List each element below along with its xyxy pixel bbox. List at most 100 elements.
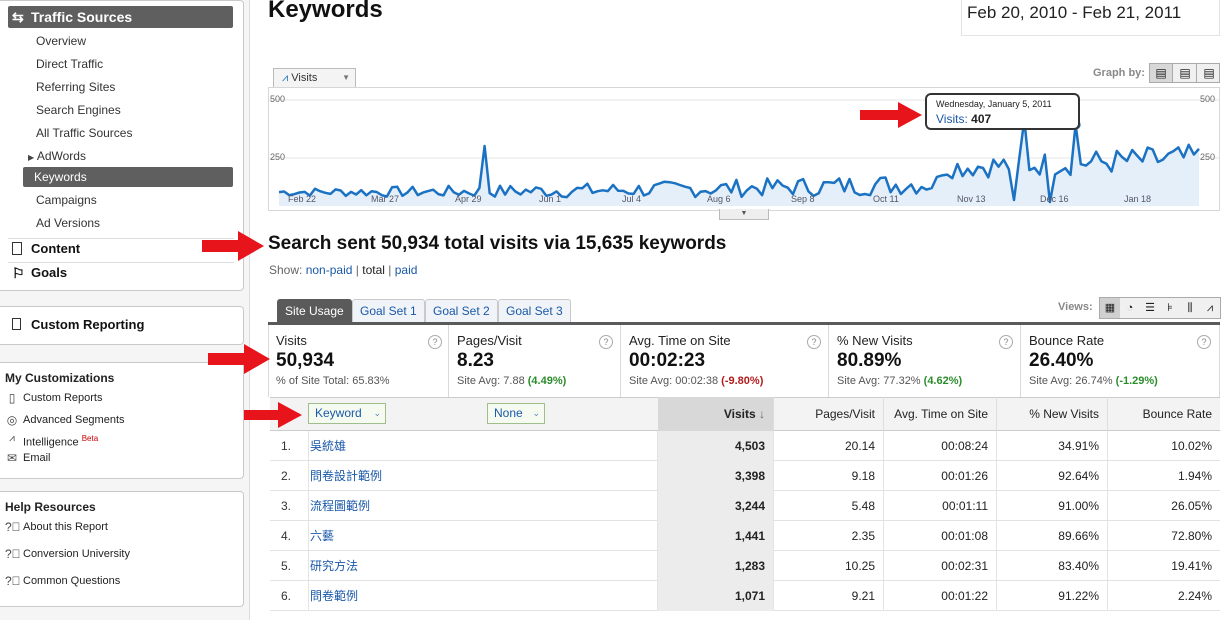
views-toggle: ▦ ◔ ☰ ⊧ ⫼ ⩘ — [1099, 297, 1221, 319]
column-header-pages-visit[interactable]: Pages/Visit — [774, 397, 884, 431]
cell-avg-time: 00:01:26 — [884, 461, 997, 491]
help-icon[interactable]: ? — [428, 335, 442, 349]
y-axis-left-top: 500 — [270, 94, 286, 104]
nav-custom-reports[interactable]: ▯ Custom Reports — [5, 391, 103, 405]
nav-email[interactable]: ✉ Email — [5, 451, 51, 465]
help-icon[interactable]: ? — [807, 335, 821, 349]
performance-view-icon[interactable]: ☰ — [1140, 298, 1160, 318]
keyword-link[interactable]: 研究方法 — [308, 551, 658, 581]
chevron-down-icon: ⌄ — [532, 408, 540, 418]
tooltip-date: Wednesday, January 5, 2011 — [936, 99, 1052, 109]
nav-adwords[interactable]: ▶ AdWords — [28, 149, 86, 165]
cell-avg-time: 00:01:08 — [884, 521, 997, 551]
graph-by-week-button[interactable]: ▤ — [1174, 64, 1197, 82]
nav-keywords[interactable]: Keywords — [23, 167, 233, 187]
table-view-icon[interactable]: ▦ — [1100, 298, 1120, 318]
pie-view-icon[interactable]: ◔ — [1120, 298, 1140, 318]
nav-content[interactable]: Content — [8, 238, 234, 260]
tab-goal-set-3[interactable]: Goal Set 3 — [498, 299, 571, 322]
x-label: Sep 8 — [791, 194, 815, 204]
tab-goal-set-2[interactable]: Goal Set 2 — [425, 299, 498, 322]
metric-value: 26.40% — [1029, 350, 1094, 371]
nav-about-report[interactable]: ?⃝ About this Report — [5, 520, 108, 534]
nav-search-engines[interactable]: Search Engines — [36, 103, 121, 117]
dropdown-arrow-icon: ▼ — [342, 73, 350, 82]
cell-new-visits: 91.22% — [997, 581, 1108, 611]
cell-pages-visit: 2.35 — [774, 521, 884, 551]
column-header-visits[interactable]: Visits ↓ — [658, 397, 774, 431]
email-icon: ✉ — [6, 451, 18, 465]
nav-intelligence[interactable]: ⩘ Intelligence Beta — [5, 432, 98, 450]
annotation-arrow — [244, 402, 302, 428]
non-paid-link[interactable]: non-paid — [306, 263, 353, 277]
table-row: 4. 六藝 1,441 2.35 00:01:08 89.66% 72.80% — [270, 521, 1220, 551]
keyword-link[interactable]: 六藝 — [308, 521, 658, 551]
nav-direct-traffic[interactable]: Direct Traffic — [36, 57, 103, 71]
nav-traffic-sources[interactable]: ⇆ Traffic Sources — [8, 6, 233, 28]
keyword-link[interactable]: 問卷設計範例 — [308, 461, 658, 491]
nav-custom-reporting[interactable]: Custom Reporting — [8, 316, 234, 334]
cell-avg-time: 00:02:31 — [884, 551, 997, 581]
help-icon[interactable]: ? — [1197, 335, 1211, 349]
graph-by-month-button[interactable]: ▤ — [1198, 64, 1220, 82]
keyword-link[interactable]: 流程圖範例 — [308, 491, 658, 521]
paid-link[interactable]: paid — [395, 263, 418, 277]
document-icon: ▯ — [8, 391, 16, 405]
pivot-view-icon[interactable]: ⫼ — [1180, 298, 1200, 318]
traffic-icon: ⇆ — [12, 9, 24, 25]
row-number: 4. — [280, 529, 291, 543]
comparison-view-icon[interactable]: ⊧ — [1160, 298, 1180, 318]
x-label: Jun 1 — [539, 194, 562, 204]
graph-by-day-button[interactable]: ▤ — [1150, 64, 1173, 82]
nav-ad-versions[interactable]: Ad Versions — [36, 216, 100, 230]
column-header-avg-time[interactable]: Avg. Time on Site — [884, 397, 997, 431]
nav-advanced-segments[interactable]: ◎ Advanced Segments — [5, 413, 125, 427]
x-label: Feb 22 — [288, 194, 317, 204]
tab-site-usage[interactable]: Site Usage — [277, 299, 352, 322]
primary-dimension-select[interactable]: Keyword ⌄ — [308, 403, 386, 424]
sort-arrow-icon: ↓ — [759, 407, 765, 421]
nav-overview[interactable]: Overview — [36, 34, 86, 48]
views-label: Views: — [1058, 301, 1093, 313]
x-label: Jan 18 — [1124, 194, 1152, 204]
nav-conversion-university[interactable]: ?⃝ Conversion University — [5, 547, 130, 561]
cell-bounce-rate: 1.94% — [1177, 469, 1212, 483]
metric-value: 80.89% — [837, 350, 902, 371]
cell-visits: 4,503 — [658, 431, 774, 461]
help-icon[interactable]: ? — [599, 335, 613, 349]
x-label: Jul 4 — [622, 194, 642, 204]
nav-all-traffic-sources[interactable]: All Traffic Sources — [36, 126, 132, 140]
secondary-dimension-select[interactable]: None ⌄ — [487, 403, 545, 424]
date-range-picker[interactable]: Feb 20, 2010 - Feb 21, 2011 — [961, 0, 1220, 36]
metric-value: 50,934 — [276, 350, 335, 371]
page-title: Keywords — [268, 0, 383, 23]
tab-goal-set-1[interactable]: Goal Set 1 — [352, 299, 425, 322]
column-header-new-visits[interactable]: % New Visits — [997, 397, 1108, 431]
annotation-arrow — [208, 344, 270, 374]
cell-pages-visit: 5.48 — [774, 491, 884, 521]
expand-arrow-icon: ▶ — [28, 153, 35, 162]
table-row: 2. 問卷設計範例 3,398 9.18 00:01:26 92.64% 1.94% — [270, 461, 1220, 491]
keyword-link[interactable]: 吳統雄 — [308, 431, 658, 461]
nav-goals[interactable]: ⚐ Goals — [8, 262, 234, 284]
cell-pages-visit: 9.21 — [774, 581, 884, 611]
nav-common-questions[interactable]: ?⃝ Common Questions — [5, 574, 120, 588]
trend-view-icon[interactable]: ⩘ — [1200, 298, 1220, 318]
y-axis-right-top: 500 — [1200, 94, 1216, 104]
graph-by-label: Graph by: — [1093, 67, 1145, 79]
nav-campaigns[interactable]: Campaigns — [36, 193, 97, 207]
metric-value: 00:02:23 — [629, 350, 706, 371]
keyword-link[interactable]: 問卷範例 — [308, 581, 658, 611]
help-icon[interactable]: ? — [999, 335, 1013, 349]
graph-metric-selector[interactable]: ⩘ Visits ▼ — [273, 68, 356, 87]
column-header-bounce-rate[interactable]: Bounce Rate — [1108, 397, 1220, 431]
graph-collapse-handle[interactable]: ▼ — [719, 209, 769, 220]
table-row: 6. 問卷範例 1,071 9.21 00:01:22 91.22% 2.24% — [270, 581, 1220, 611]
y-axis-right-mid: 250 — [1200, 152, 1216, 162]
cell-visits: 3,398 — [658, 461, 774, 491]
table-row: 5. 研究方法 1,283 10.25 00:02:31 83.40% 19.41% — [270, 551, 1220, 581]
help-circle-icon: ?⃝ — [5, 574, 21, 588]
help-resources-heading: Help Resources — [5, 500, 96, 514]
nav-referring-sites[interactable]: Referring Sites — [36, 80, 115, 94]
row-number: 3. — [280, 499, 291, 513]
